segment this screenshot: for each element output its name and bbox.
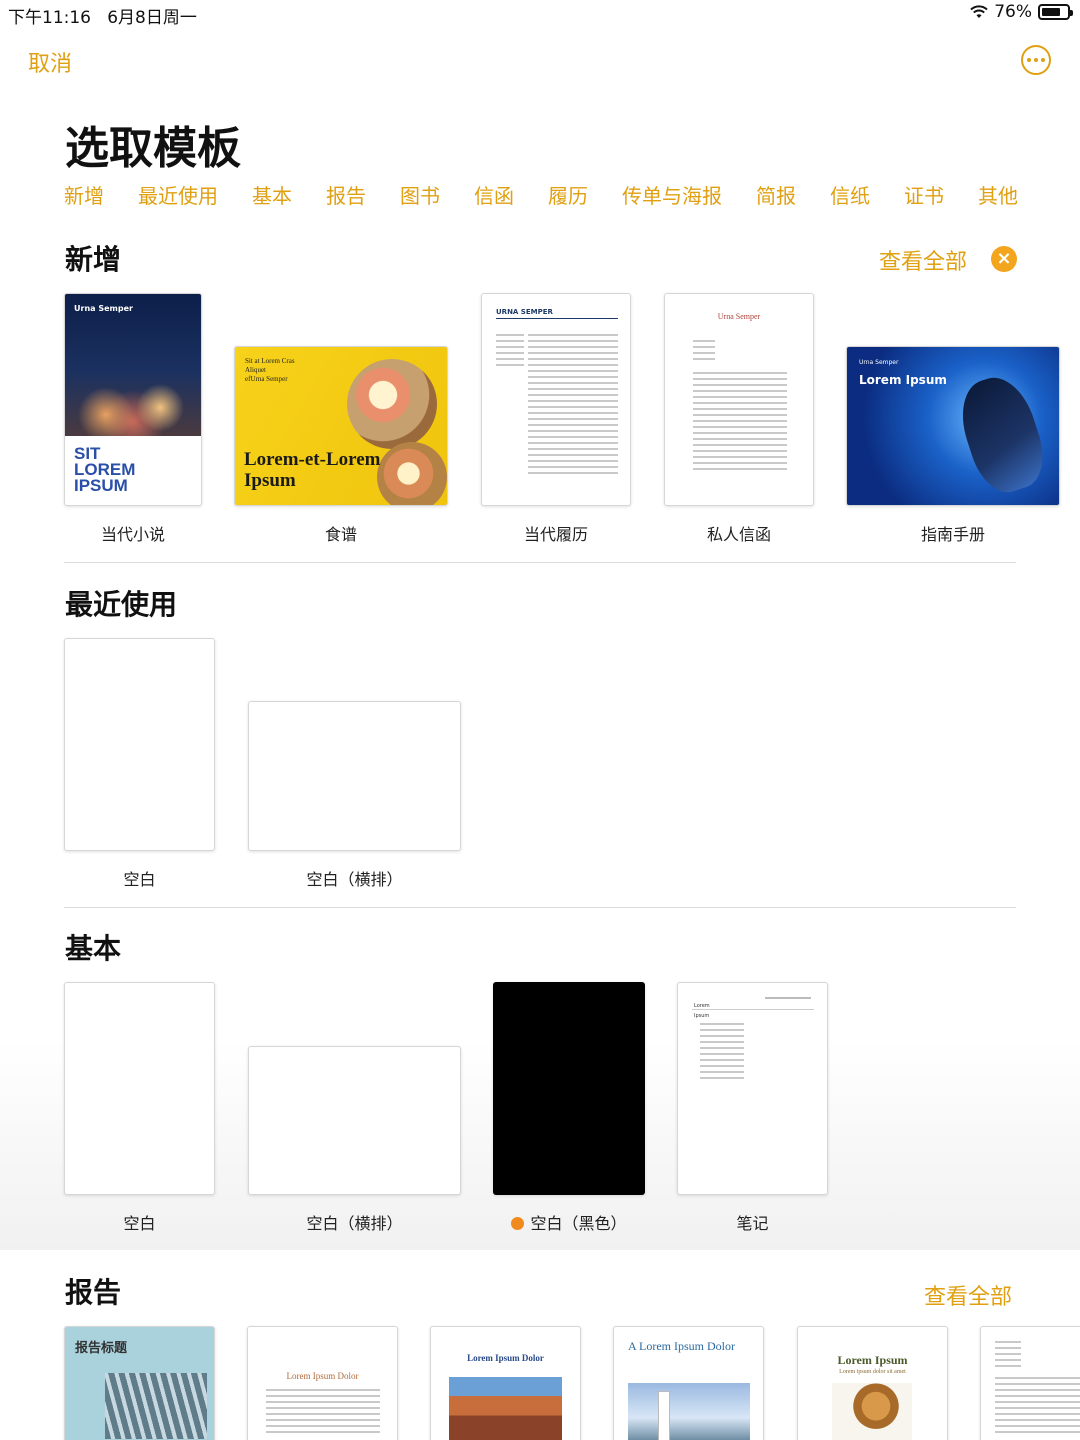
template-label: 空白: [123, 870, 156, 889]
template-report-4[interactable]: A Lorem Ipsum Dolor: [613, 1326, 764, 1440]
template-notes[interactable]: Lorem Ipsum: [677, 982, 828, 1195]
close-icon[interactable]: ×: [991, 246, 1017, 272]
noodle-bowl-image: [377, 442, 447, 505]
template-blank-black[interactable]: [493, 982, 645, 1195]
report-cover-subtitle: Lorem ipsum dolor sit amet: [839, 1369, 906, 1375]
cover-title: SIT LOREM IPSUM: [74, 444, 136, 495]
see-all-new-button[interactable]: 查看全部: [879, 244, 967, 276]
cancel-button[interactable]: 取消: [28, 46, 72, 78]
report-cover-title: A Lorem Ipsum Dolor: [628, 1339, 735, 1353]
template-label: 当代履历: [523, 525, 588, 544]
template-label: 空白: [123, 1214, 156, 1233]
more-options-icon[interactable]: [1021, 45, 1051, 75]
section-title-new: 新增: [65, 243, 122, 276]
city-lights-image: [65, 294, 201, 436]
guide-author: Urna Semper: [859, 359, 899, 366]
status-bar-time: 下午11:16 6月8日周一: [8, 3, 197, 28]
tab-new[interactable]: 新增: [64, 180, 104, 209]
note-subtitle: Ipsum: [694, 1013, 710, 1019]
template-report-3[interactable]: Lorem Ipsum Dolor: [430, 1326, 581, 1440]
template-report-2[interactable]: Lorem Ipsum Dolor: [247, 1326, 398, 1440]
template-label: 空白（横排）: [306, 1214, 403, 1233]
report-cover-title: Lorem Ipsum Dolor: [286, 1371, 359, 1381]
status-time: 下午11:16: [8, 8, 91, 28]
template-label: 私人信函: [706, 525, 771, 544]
template-contemporary-resume[interactable]: URNA SEMPER: [481, 293, 631, 506]
letter-header: Urna Semper: [717, 312, 761, 321]
tab-recent[interactable]: 最近使用: [138, 180, 218, 209]
tab-reports[interactable]: 报告: [326, 180, 366, 209]
section-title-reports: 报告: [65, 1276, 122, 1309]
tab-letters[interactable]: 信函: [474, 180, 514, 209]
template-label: 空白（横排）: [306, 870, 403, 889]
template-blank[interactable]: [64, 982, 215, 1195]
report-cover-title: 报告标题: [75, 1341, 128, 1356]
section-title-recent: 最近使用: [65, 588, 178, 621]
template-label: 当代小说: [100, 525, 165, 544]
template-blank-landscape[interactable]: [248, 701, 461, 851]
template-report-6[interactable]: [980, 1326, 1080, 1440]
battery-icon: [1038, 4, 1073, 20]
tab-certificates[interactable]: 证书: [904, 180, 944, 209]
note-title: Lorem: [694, 1003, 710, 1009]
new-badge-dot: [511, 1217, 525, 1230]
page-title: 选取模板: [65, 123, 241, 174]
template-personal-letter[interactable]: Urna Semper: [664, 293, 814, 506]
section-title-basic: 基本: [65, 932, 122, 965]
template-recipe[interactable]: Sit at Lorem Cras Aliquet efUrna Semper …: [234, 346, 448, 506]
tab-basic[interactable]: 基本: [252, 180, 292, 209]
status-bar-right: 76%: [970, 2, 1073, 22]
cover-author: Urna Semper: [74, 304, 133, 313]
tab-books[interactable]: 图书: [400, 180, 440, 209]
template-blank[interactable]: [64, 638, 215, 851]
tab-stationery[interactable]: 信纸: [830, 180, 870, 209]
lighthouse-image: [628, 1383, 750, 1440]
report-cover-title: Lorem Ipsum: [837, 1353, 908, 1367]
canyon-image: [449, 1377, 562, 1440]
template-label-new: 空白（黑色）: [493, 1210, 645, 1234]
template-blank-landscape[interactable]: [248, 1046, 461, 1195]
template-label: 食谱: [324, 525, 357, 544]
category-tabs: 新增 最近使用 基本 报告 图书 信函 履历 传单与海报 简报 信纸 证书 其他: [64, 180, 1018, 209]
recipe-subtitle: Sit at Lorem Cras Aliquet efUrna Semper: [245, 357, 295, 383]
guide-title: Lorem Ipsum: [859, 373, 947, 387]
giraffe-image: [832, 1383, 912, 1440]
tab-newsletters[interactable]: 简报: [756, 180, 796, 209]
template-report-1[interactable]: 报告标题: [64, 1326, 215, 1440]
template-chooser-screen: 下午11:16 6月8日周一 76% 取消 选取模板 新增 最近使用 基本 报告…: [0, 0, 1080, 1440]
template-guide-manual[interactable]: Urna Semper Lorem Ipsum: [846, 346, 1060, 506]
tab-flyers-posters[interactable]: 传单与海报: [622, 180, 722, 209]
see-all-reports-button[interactable]: 查看全部: [924, 1279, 1012, 1311]
template-label: 笔记: [736, 1214, 769, 1233]
resume-header: URNA SEMPER: [496, 308, 553, 316]
battery-level: [1042, 8, 1061, 16]
wifi-icon: [970, 5, 988, 18]
template-contemporary-novel[interactable]: Urna Semper SIT LOREM IPSUM: [64, 293, 202, 506]
template-label: 指南手册: [920, 525, 985, 544]
status-date: 6月8日周一: [107, 8, 197, 28]
battery-percentage: 76%: [994, 2, 1032, 22]
template-report-5[interactable]: Lorem Ipsum Lorem ipsum dolor sit amet: [797, 1326, 948, 1440]
tab-resumes[interactable]: 履历: [548, 180, 588, 209]
noodle-bowl-image: [347, 359, 437, 449]
report-cover-title: Lorem Ipsum Dolor: [467, 1353, 544, 1363]
tab-other[interactable]: 其他: [978, 180, 1018, 209]
building-image: [105, 1373, 207, 1439]
divider: [64, 562, 1016, 563]
recipe-title: Lorem-et-Lorem Ipsum: [244, 449, 381, 491]
divider: [64, 907, 1016, 908]
